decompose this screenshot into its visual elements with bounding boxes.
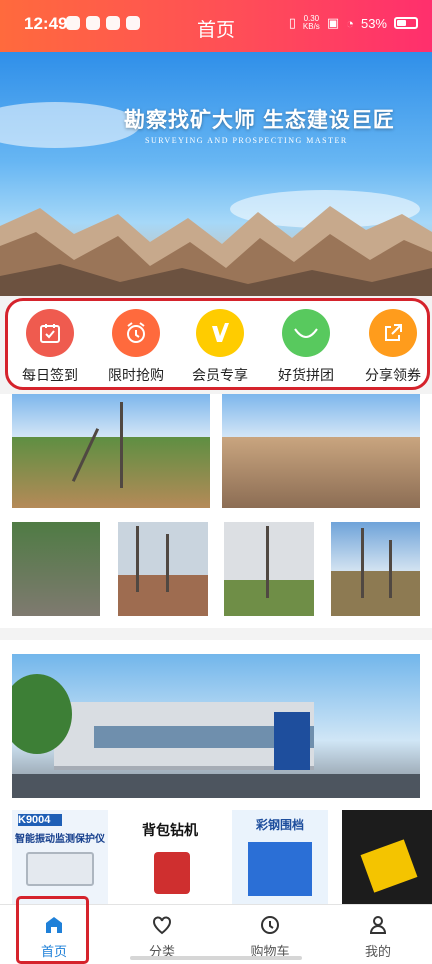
project-photo[interactable] (224, 522, 314, 616)
drill-rig-shape (361, 528, 364, 598)
heart-icon (153, 916, 171, 935)
share-icon (369, 309, 417, 357)
drill-rig-shape (136, 526, 139, 592)
quick-item-label: 好货拼团 (278, 367, 334, 383)
factory-banner[interactable] (12, 654, 420, 798)
project-photo[interactable] (331, 522, 420, 616)
drill-rig-shape (166, 534, 169, 592)
project-photo[interactable] (12, 394, 210, 508)
quick-nav-panel: 每日签到 限时抢购 会员专享 好货拼团 分享领券 (5, 298, 430, 390)
banner-cloud (0, 102, 140, 148)
product-device-shape (26, 852, 94, 886)
product-analyzer-shape (360, 839, 418, 893)
drill-rig-shape (120, 402, 123, 488)
network-speed-unit: KB/s (302, 22, 320, 31)
hero-banner[interactable]: 勘察找矿大师 生态建设巨匠 SURVEYING AND PROSPECTING … (0, 52, 432, 296)
quick-item-label: 每日签到 (22, 367, 78, 383)
wifi-icon: ◔ (346, 15, 354, 31)
vibrate-icon: ▯ (288, 15, 296, 30)
product-name: 智能振动监测保护仪 (15, 834, 105, 845)
photo-sky (222, 394, 420, 440)
product-fence-shape (248, 842, 312, 896)
quick-item-share-coupon[interactable]: 分享领券 (357, 309, 429, 385)
quick-item-label: 限时抢购 (108, 367, 164, 383)
photo-ground (224, 580, 314, 616)
product-card[interactable]: 彩钢围档 (232, 810, 328, 904)
tab-label: 我的 (364, 944, 391, 959)
banner-title: 勘察找矿大师 生态建设巨匠 (124, 109, 395, 132)
product-card[interactable] (342, 810, 432, 904)
battery-percent: 53% (360, 15, 387, 31)
banner-subtitle: SURVEYING AND PROSPECTING MASTER (145, 136, 348, 145)
v-badge-icon (196, 309, 244, 357)
project-photo-section (0, 394, 432, 628)
tab-profile[interactable]: 我的 (324, 905, 432, 964)
product-machine-shape (154, 852, 190, 894)
drill-rig-shape (266, 526, 269, 598)
alarm-clock-icon (112, 309, 160, 357)
project-photo[interactable] (12, 522, 100, 616)
photo-ground (331, 570, 420, 616)
project-photo[interactable] (118, 522, 208, 616)
photo-sky (12, 394, 210, 440)
quick-item-members[interactable]: 会员专享 (184, 309, 256, 385)
battery-icon (394, 17, 418, 29)
photo-ground (118, 574, 208, 616)
smile-bag-icon (282, 309, 330, 357)
product-card[interactable]: K9004 智能振动监测保护仪 (12, 810, 108, 904)
clock-icon (261, 916, 279, 934)
factory-entrance (274, 712, 310, 770)
photo-ground (12, 522, 100, 616)
home-tab-highlight (16, 896, 89, 964)
calendar-check-icon (26, 309, 74, 357)
gesture-bar[interactable] (130, 956, 302, 960)
status-indicators: ▯ 0.30 KB/s ▣ ◔ 53% (289, 15, 418, 31)
quick-item-flash-sale[interactable]: 限时抢购 (100, 309, 172, 385)
project-photo[interactable] (222, 394, 420, 508)
product-model: K9004 (18, 814, 62, 826)
rock-cliff-image (0, 206, 432, 296)
product-name: 彩钢围档 (255, 818, 304, 832)
product-name: 背包钻机 (142, 822, 198, 838)
photo-sky (224, 522, 314, 581)
drill-rig-shape (389, 540, 392, 598)
product-card[interactable]: 背包钻机 (122, 810, 218, 904)
sim-icon: ▣ (326, 15, 340, 30)
quick-item-group-buy[interactable]: 好货拼团 (270, 309, 342, 385)
photo-ground (12, 437, 210, 508)
user-icon (369, 916, 387, 934)
quick-item-daily-checkin[interactable]: 每日签到 (14, 309, 86, 385)
product-section: K9004 智能振动监测保护仪 背包钻机 彩钢围档 (0, 640, 432, 904)
network-speed: 0.30 KB/s (303, 15, 320, 31)
road-shape (12, 774, 420, 798)
photo-ground (222, 437, 420, 508)
app-header: 12:49 首页 ▯ 0.30 KB/s ▣ ◔ 53% (0, 0, 432, 52)
photo-sky (118, 522, 208, 577)
quick-item-label: 分享领券 (365, 367, 421, 383)
quick-item-label: 会员专享 (192, 367, 248, 383)
photo-sky (331, 522, 420, 571)
